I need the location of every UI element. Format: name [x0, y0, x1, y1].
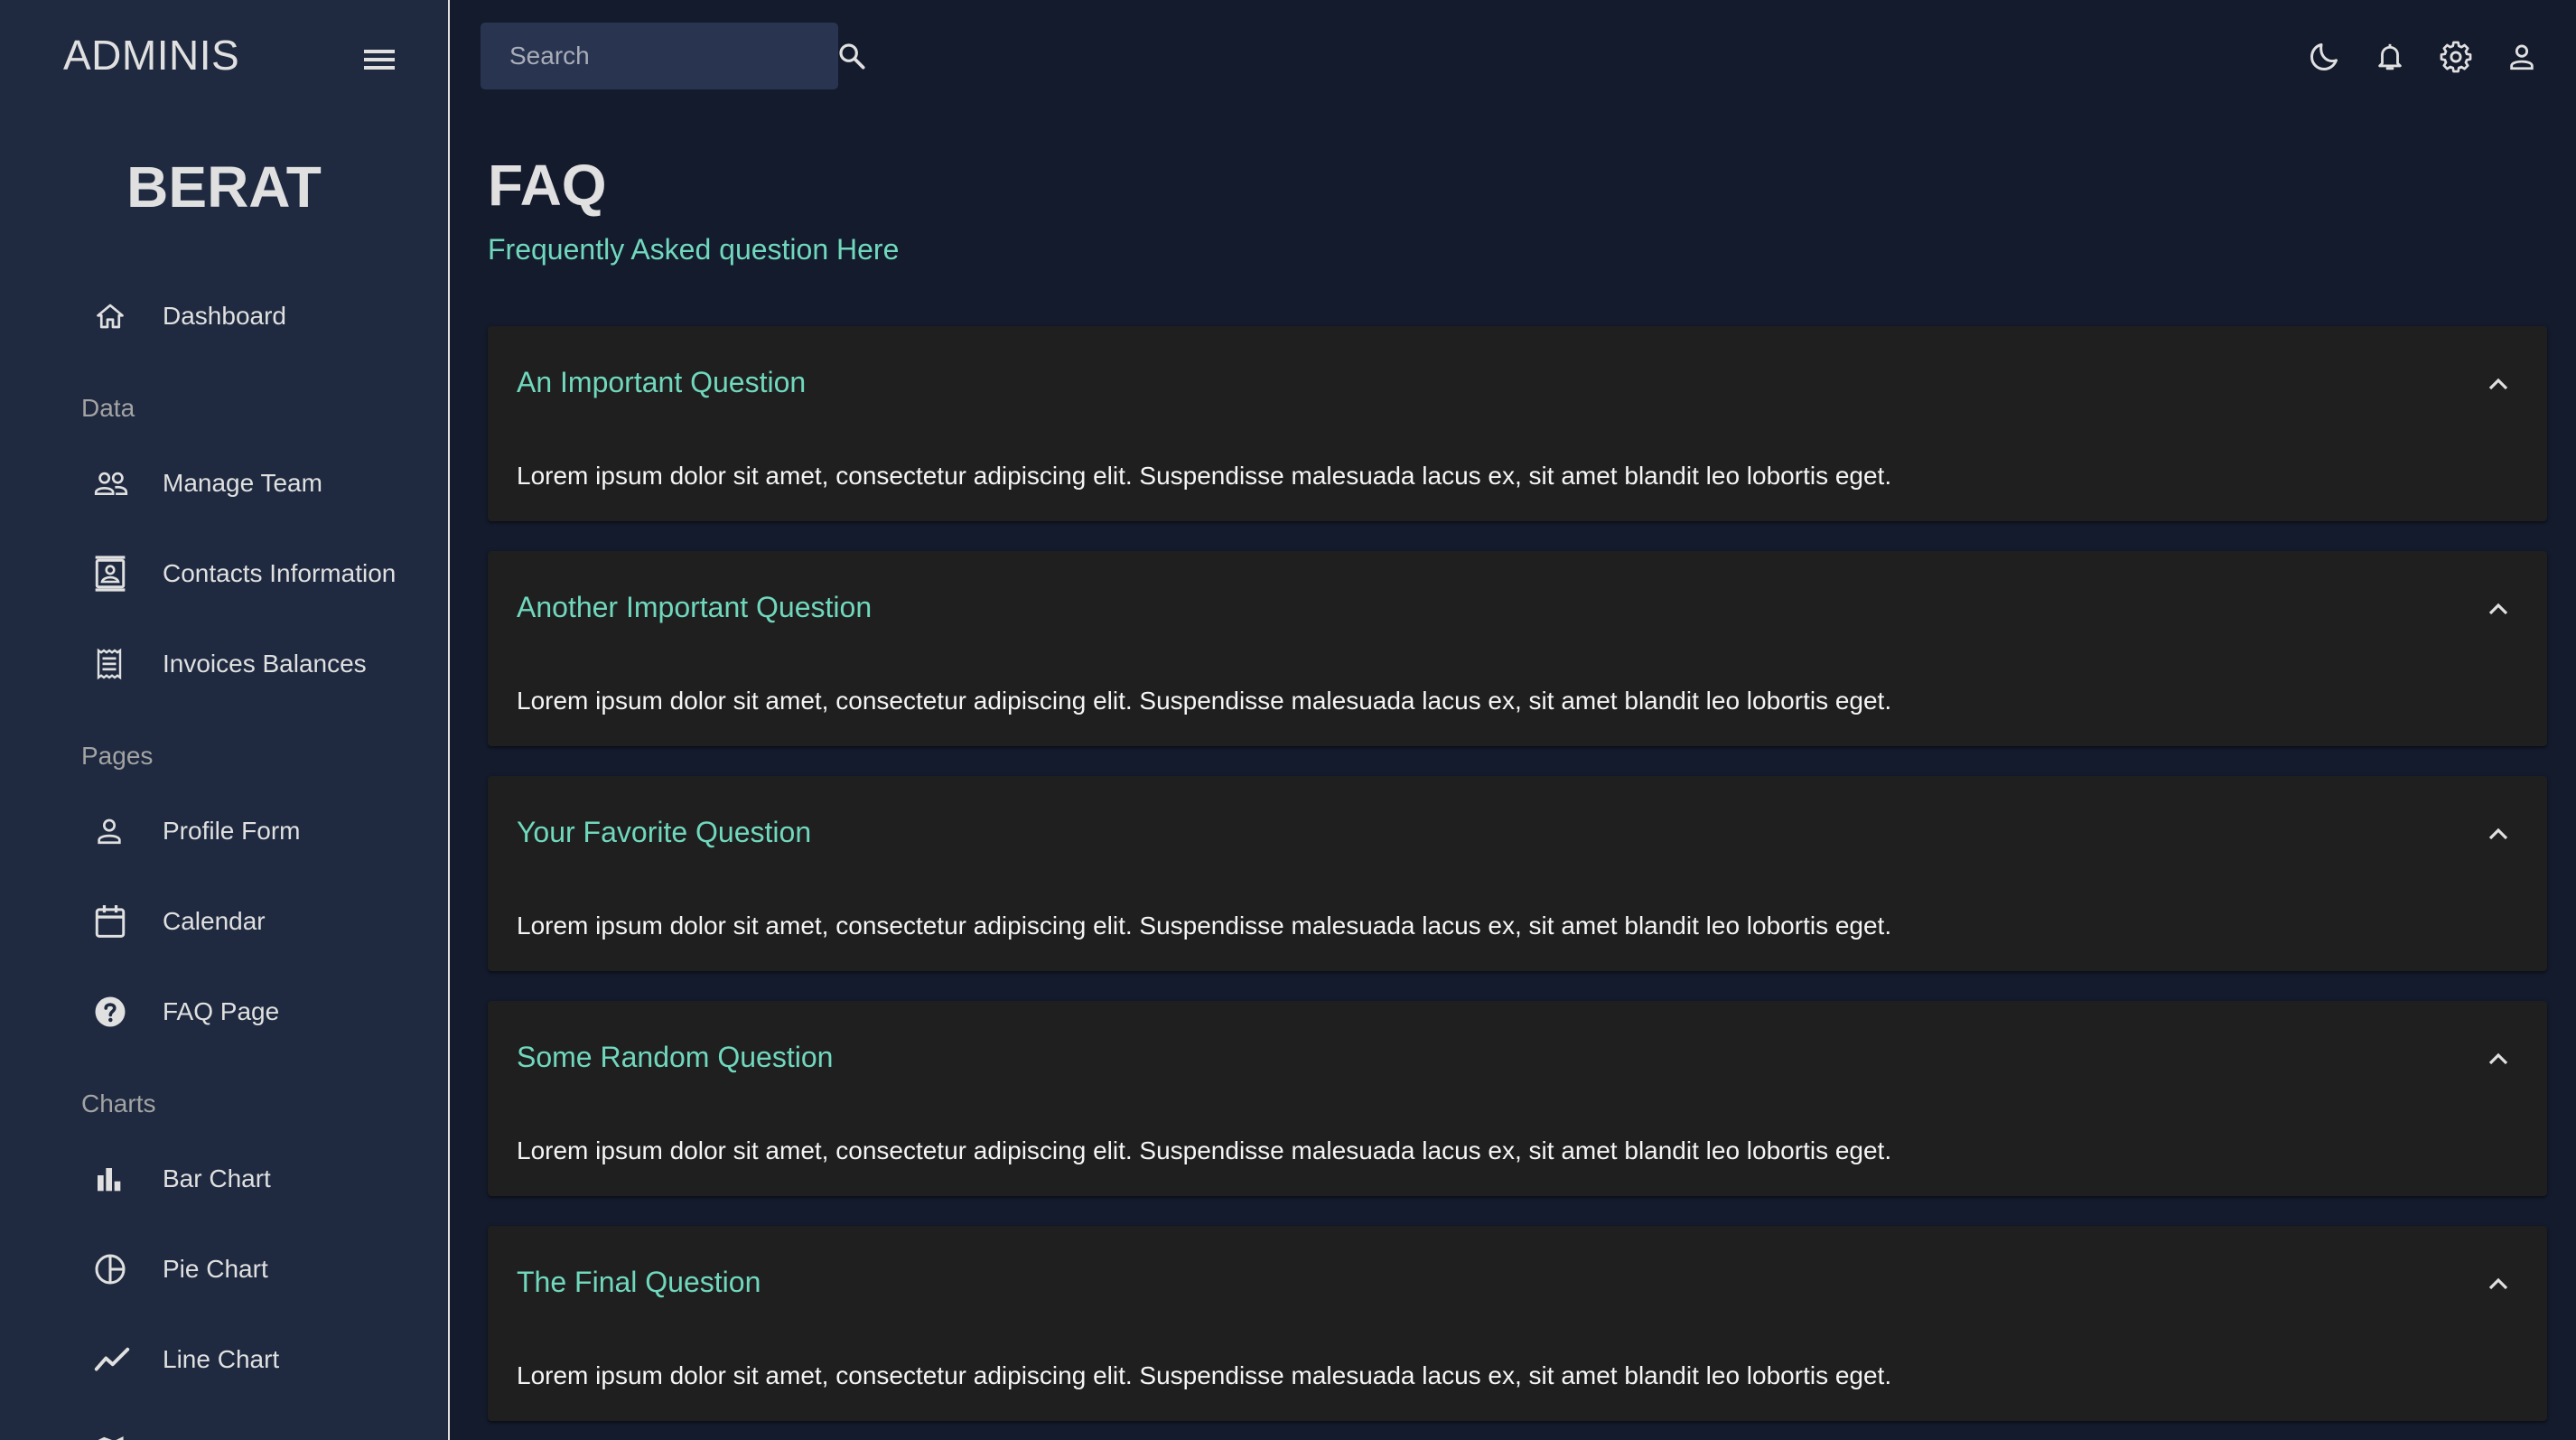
faq-accordion-item: The Final Question Lorem ipsum dolor sit… [488, 1226, 2547, 1421]
map-icon [63, 1414, 163, 1440]
faq-question: Your Favorite Question [517, 816, 812, 848]
faq-accordion-item: Your Favorite Question Lorem ipsum dolor… [488, 776, 2547, 971]
sidebar-item-label: Dashboard [163, 302, 286, 330]
sidebar-item-next[interactable] [63, 1414, 425, 1440]
sidebar-item-line-chart[interactable]: Line Chart [63, 1323, 425, 1396]
people-icon [63, 447, 163, 519]
person-icon [63, 795, 163, 867]
sidebar-item-label: Contacts Information [163, 559, 397, 587]
menu-icon [364, 48, 395, 71]
sidebar-header: ADMINIS [0, 0, 448, 116]
sidebar-item-label: Calendar [163, 907, 266, 935]
faq-answer: Lorem ipsum dolor sit amet, consectetur … [517, 912, 1892, 940]
faq-question: The Final Question [517, 1266, 761, 1298]
sidebar-item-faq[interactable]: FAQ Page [63, 976, 425, 1048]
faq-answer: Lorem ipsum dolor sit amet, consectetur … [517, 1361, 1892, 1389]
bar-chart-icon [63, 1143, 163, 1215]
faq-accordion-item: Some Random Question Lorem ipsum dolor s… [488, 1001, 2547, 1196]
search-bar [481, 23, 865, 89]
notifications-button[interactable] [2357, 23, 2422, 89]
user-name: BERAT [126, 154, 322, 220]
sidebar-item-calendar[interactable]: Calendar [63, 885, 425, 958]
line-chart-icon [63, 1323, 163, 1396]
person-icon [2506, 42, 2537, 72]
sidebar-item-manage-team[interactable]: Manage Team [63, 447, 425, 519]
theme-toggle-button[interactable] [2291, 23, 2357, 89]
page-title: FAQ [488, 153, 607, 218]
section-label-data: Data [81, 394, 135, 422]
sidebar-item-label: Pie Chart [163, 1255, 268, 1283]
faq-accordion-item: Another Important Question Lorem ipsum d… [488, 551, 2547, 746]
sidebar-item-label: Line Chart [163, 1345, 280, 1373]
faq-question-header[interactable]: The Final Question [488, 1226, 2547, 1342]
chevron-up-icon [2482, 368, 2515, 400]
menu-toggle-button[interactable] [354, 34, 405, 85]
sidebar-item-label: Profile Form [163, 817, 301, 845]
help-circle-icon [63, 976, 163, 1048]
faq-answer: Lorem ipsum dolor sit amet, consectetur … [517, 687, 1892, 715]
sidebar-item-pie-chart[interactable]: Pie Chart [63, 1233, 425, 1305]
faq-accordion-item: An Important Question Lorem ipsum dolor … [488, 326, 2547, 521]
sidebar-item-bar-chart[interactable]: Bar Chart [63, 1143, 425, 1215]
calendar-icon [63, 885, 163, 958]
sidebar-item-label: FAQ Page [163, 997, 280, 1025]
brand-title: ADMINIS [63, 32, 240, 79]
pie-chart-icon [63, 1233, 163, 1305]
moon-icon [2308, 41, 2340, 73]
gear-icon [2440, 41, 2472, 73]
bell-icon [2375, 41, 2405, 73]
chevron-up-icon [2482, 593, 2515, 625]
contacts-icon [63, 538, 163, 610]
faq-answer: Lorem ipsum dolor sit amet, consectetur … [517, 1136, 1892, 1164]
sidebar-item-invoices[interactable]: Invoices Balances [63, 628, 425, 700]
faq-question-header[interactable]: An Important Question [488, 326, 2547, 442]
topbar-actions [2291, 23, 2554, 89]
sidebar-item-contacts[interactable]: Contacts Information [63, 538, 425, 610]
search-input[interactable] [481, 23, 837, 89]
faq-question-header[interactable]: Another Important Question [488, 551, 2547, 667]
section-label-charts: Charts [81, 1089, 156, 1117]
sidebar-item-profile-form[interactable]: Profile Form [63, 795, 425, 867]
home-icon [63, 280, 163, 352]
section-label-pages: Pages [81, 742, 154, 770]
chevron-up-icon [2482, 818, 2515, 850]
sidebar-item-label: Manage Team [163, 469, 322, 497]
chevron-up-icon [2482, 1043, 2515, 1075]
faq-question: Another Important Question [517, 591, 873, 623]
chevron-up-icon [2482, 1267, 2515, 1300]
faq-answer: Lorem ipsum dolor sit amet, consectetur … [517, 462, 1892, 490]
sidebar-item-label: Invoices Balances [163, 650, 367, 678]
faq-question-header[interactable]: Some Random Question [488, 1001, 2547, 1117]
faq-question: An Important Question [517, 366, 807, 398]
profile-button[interactable] [2488, 23, 2554, 89]
search-icon [837, 42, 866, 70]
sidebar: ADMINIS BERAT Dashboard Data Manage Team… [0, 0, 450, 1440]
faq-question-header[interactable]: Your Favorite Question [488, 776, 2547, 892]
sidebar-item-dashboard[interactable]: Dashboard [63, 280, 425, 352]
settings-button[interactable] [2422, 23, 2488, 89]
receipt-icon [63, 628, 163, 700]
search-button[interactable] [837, 23, 866, 89]
sidebar-item-label: Bar Chart [163, 1164, 271, 1192]
faq-question: Some Random Question [517, 1041, 834, 1073]
page-subtitle: Frequently Asked question Here [488, 233, 900, 266]
